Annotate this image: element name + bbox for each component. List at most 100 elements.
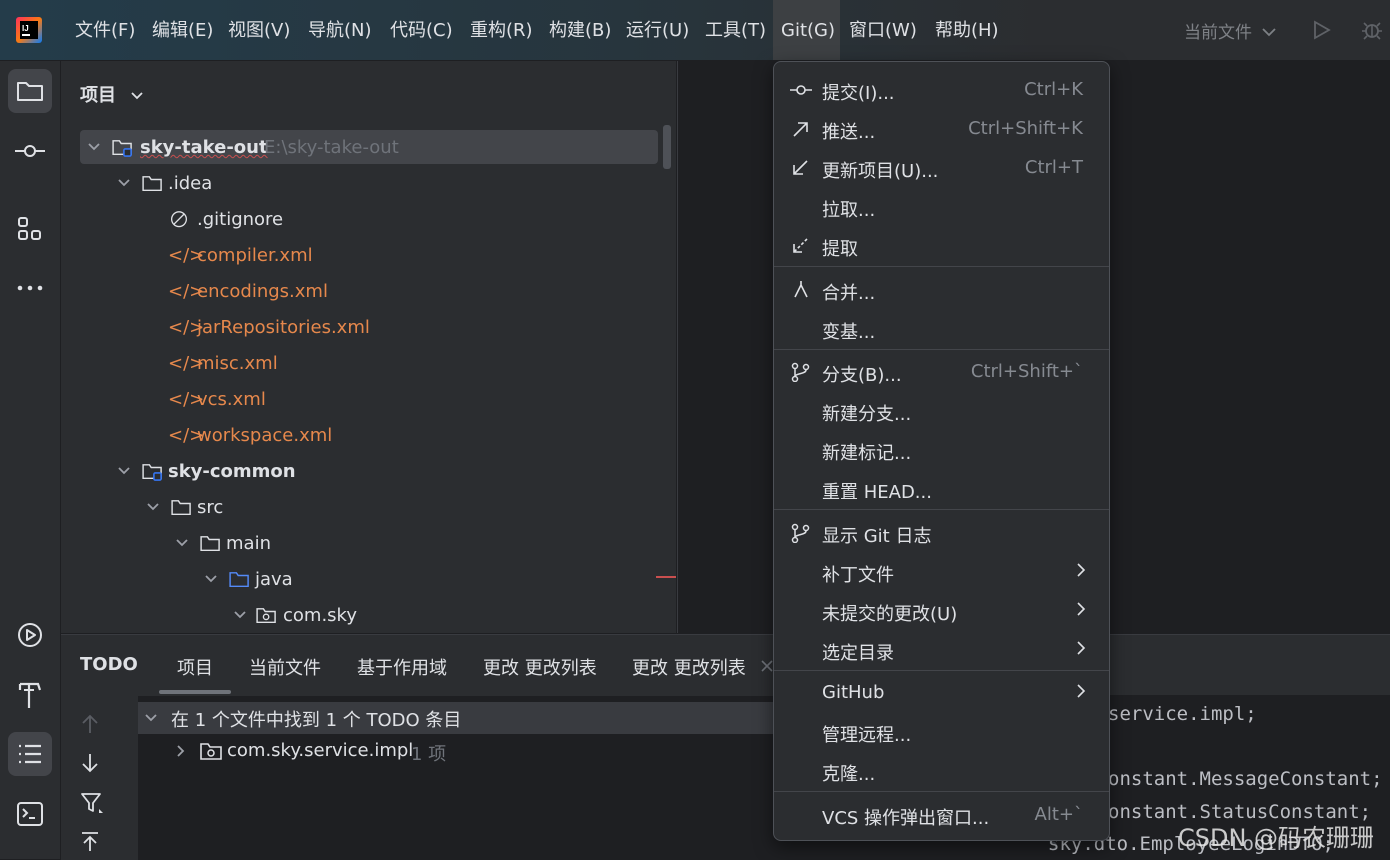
tree-item-java[interactable]: java	[197, 562, 497, 598]
menu-edit[interactable]: 编辑(E)	[144, 0, 221, 60]
arrow-down-icon[interactable]	[80, 752, 100, 774]
git-menu-rebase[interactable]: 变基...	[774, 311, 1109, 347]
debug-icon[interactable]	[1360, 18, 1384, 42]
todo-package-count: 1 项	[411, 744, 447, 765]
tree-item-vcs-xml[interactable]: </> vcs.xml	[168, 382, 468, 418]
tree-item-gitignore[interactable]: .gitignore	[168, 202, 468, 238]
menu-view[interactable]: 视图(V)	[220, 0, 298, 60]
run-icon[interactable]	[1310, 19, 1332, 41]
expand-all-icon[interactable]	[80, 831, 100, 853]
chevron-down-icon	[145, 714, 157, 722]
intellij-logo-icon[interactable]: IJ	[16, 17, 42, 43]
folder-icon	[142, 176, 162, 192]
structure-tool-button[interactable]	[8, 207, 52, 251]
project-panel-title[interactable]: 项目	[80, 81, 144, 107]
menu-window[interactable]: 窗口(W)	[841, 0, 925, 60]
tree-item-jarrepositories-xml[interactable]: </> jarRepositories.xml	[168, 310, 468, 346]
todo-summary-row[interactable]: 在 1 个文件中找到 1 个 TODO 条目	[138, 702, 778, 734]
git-menu-new-tag[interactable]: 新建标记...	[774, 432, 1109, 468]
close-icon[interactable]	[761, 660, 773, 672]
git-menu-shortcut: Alt+`	[1034, 804, 1083, 825]
todo-package-row[interactable]: com.sky.service.impl 1 项	[138, 736, 778, 768]
git-menu-new-branch[interactable]: 新建分支...	[774, 393, 1109, 429]
fetch-icon	[793, 238, 808, 253]
tab-changelist-2[interactable]: 更改 更改列表	[632, 654, 746, 680]
git-menu-vcs-popup[interactable]: VCS 操作弹出窗口... Alt+`	[774, 797, 1109, 833]
error-stripe-marker	[656, 576, 676, 578]
build-tool-button[interactable]	[8, 673, 52, 717]
menu-run[interactable]: 运行(U)	[618, 0, 697, 60]
git-menu-label: 补丁文件	[822, 565, 894, 586]
project-title-label: 项目	[80, 85, 116, 106]
git-menu-branches[interactable]: 分支(B)... Ctrl+Shift+`	[774, 354, 1109, 390]
tree-item-sky-take-out[interactable]: sky-take-out E:\sky-take-out	[80, 130, 650, 166]
tree-item-workspace-xml[interactable]: </> workspace.xml	[168, 418, 468, 454]
menu-help[interactable]: 帮助(H)	[927, 0, 1007, 60]
chevron-down-icon	[1262, 28, 1277, 37]
git-menu-patch-file[interactable]: 补丁文件	[774, 554, 1109, 590]
tree-item-label: .idea	[168, 173, 213, 194]
project-panel: 项目 sky-take-out E:\sky-take-out .idea .g…	[61, 61, 676, 633]
chevron-down-icon	[176, 539, 188, 547]
git-menu-pull[interactable]: 拉取...	[774, 189, 1109, 225]
git-menu-uncommitted-changes[interactable]: 未提交的更改(U)	[774, 593, 1109, 629]
git-menu-manage-remotes[interactable]: 管理远程...	[774, 714, 1109, 750]
tree-item-misc-xml[interactable]: </> misc.xml	[168, 346, 468, 382]
git-menu-label: 更新项目(U)...	[822, 161, 939, 182]
tree-item-compiler-xml[interactable]: </> compiler.xml	[168, 238, 468, 274]
commit-tool-button[interactable]	[8, 129, 52, 173]
tab-project[interactable]: 项目	[177, 654, 213, 680]
chevron-down-icon	[234, 611, 246, 619]
services-tool-button[interactable]	[8, 613, 52, 657]
git-menu-push[interactable]: 推送... Ctrl+Shift+K	[774, 111, 1109, 147]
menu-code[interactable]: 代码(C)	[382, 0, 461, 60]
menu-navigate[interactable]: 导航(N)	[300, 0, 380, 60]
todo-tool-button[interactable]	[8, 732, 52, 776]
tree-item-main[interactable]: main	[168, 526, 468, 562]
commit-icon	[15, 145, 45, 157]
git-menu-selected-directory[interactable]: 选定目录	[774, 632, 1109, 668]
update-icon	[793, 160, 808, 175]
tree-item-src[interactable]: src	[139, 490, 439, 526]
filter-icon[interactable]	[80, 791, 104, 815]
chevron-down-icon	[88, 143, 100, 151]
tree-item-encodings-xml[interactable]: </> encodings.xml	[168, 274, 468, 310]
terminal-tool-button[interactable]	[8, 792, 52, 836]
hammer-icon	[18, 682, 42, 708]
git-menu-label: 提取	[822, 239, 858, 260]
git-menu-github[interactable]: GitHub	[774, 675, 1109, 711]
scrollbar[interactable]	[663, 125, 671, 169]
tab-changelist-1[interactable]: 更改 更改列表	[483, 654, 597, 680]
menu-refactor[interactable]: 重构(R)	[462, 0, 541, 60]
git-menu-commit[interactable]: 提交(I)... Ctrl+K	[774, 72, 1109, 108]
arrow-up-icon[interactable]	[80, 713, 100, 735]
tree-item-com-sky[interactable]: com.sky	[226, 598, 526, 634]
todo-package-label: com.sky.service.impl	[227, 740, 414, 761]
menu-tools[interactable]: 工具(T)	[697, 0, 774, 60]
git-menu-label: 选定目录	[822, 643, 894, 664]
git-menu-update-project[interactable]: 更新项目(U)... Ctrl+T	[774, 150, 1109, 186]
project-tool-button[interactable]	[8, 69, 52, 113]
git-menu-fetch[interactable]: 提取	[774, 228, 1109, 264]
tree-item-idea[interactable]: .idea	[110, 166, 510, 202]
git-menu-label: 未提交的更改(U)	[822, 604, 958, 625]
menu-build[interactable]: 构建(B)	[541, 0, 619, 60]
git-menu-merge[interactable]: 合并...	[774, 272, 1109, 308]
code-line: onstant.MessageConstant;	[1108, 768, 1383, 790]
git-menu-reset-head[interactable]: 重置 HEAD...	[774, 471, 1109, 507]
more-tools-button[interactable]	[8, 266, 52, 310]
tab-current-file[interactable]: 当前文件	[249, 654, 321, 680]
git-menu-clone[interactable]: 克隆...	[774, 753, 1109, 789]
menu-file[interactable]: 文件(F)	[67, 0, 143, 60]
menu-git[interactable]: Git(G)	[773, 0, 840, 60]
tree-item-label: workspace.xml	[197, 425, 333, 446]
git-menu-show-log[interactable]: 显示 Git 日志	[774, 515, 1109, 551]
merge-icon	[794, 281, 808, 298]
ignore-file-icon	[170, 211, 188, 228]
run-config-selector[interactable]: 当前文件	[1184, 18, 1277, 43]
tree-item-sky-common[interactable]: sky-common	[110, 454, 510, 490]
tree-item-label: encodings.xml	[197, 281, 328, 302]
chevron-down-icon	[118, 467, 130, 475]
commit-icon	[790, 85, 812, 95]
tab-scope-based[interactable]: 基于作用域	[357, 654, 447, 680]
